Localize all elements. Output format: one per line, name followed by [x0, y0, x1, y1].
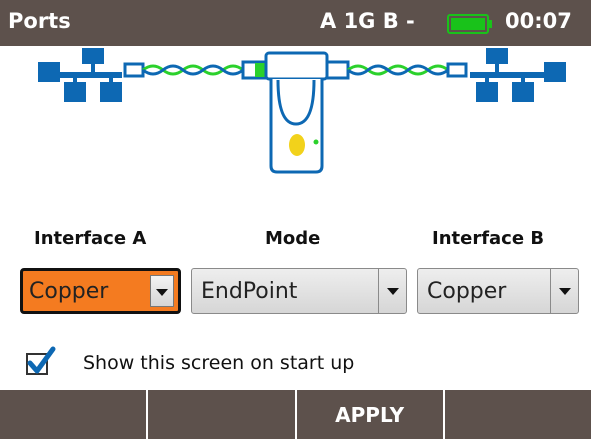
show-on-startup-checkbox[interactable]	[26, 346, 56, 375]
interface-a-value: Copper	[29, 279, 109, 304]
mode-value: EndPoint	[201, 279, 298, 304]
softkey-2[interactable]	[146, 390, 294, 439]
interface-a-label: Interface A	[34, 228, 147, 249]
checkmark-icon	[27, 346, 56, 374]
softkey-bar: APPLY	[0, 390, 591, 439]
interface-b-label: Interface B	[432, 228, 545, 249]
clock: 00:07	[505, 9, 572, 33]
title-bar: Ports A 1G B - 00:07	[0, 0, 591, 46]
app-title: Ports	[8, 9, 71, 33]
chevron-down-icon	[559, 288, 571, 295]
interface-b-value: Copper	[427, 279, 507, 304]
softkey-1[interactable]	[0, 390, 146, 439]
interface-b-dropdown[interactable]: Copper	[417, 268, 579, 314]
interface-a-dropdown-arrow[interactable]	[150, 275, 174, 307]
twisted-pair-cable-icon	[318, 60, 468, 80]
softkey-4[interactable]	[442, 390, 591, 439]
mode-label: Mode	[265, 228, 321, 249]
chevron-down-icon	[387, 288, 399, 295]
apply-button[interactable]: APPLY	[294, 390, 443, 439]
show-on-startup-label: Show this screen on start up	[83, 352, 355, 374]
interface-b-dropdown-arrow[interactable]	[550, 269, 578, 313]
interface-a-dropdown[interactable]: Copper	[20, 268, 181, 314]
mode-dropdown-arrow[interactable]	[378, 269, 406, 313]
port-diagram	[38, 48, 566, 174]
network-icon	[38, 48, 122, 102]
network-icon	[470, 48, 566, 102]
battery-full-icon	[447, 14, 492, 34]
twisted-pair-cable-icon	[123, 60, 273, 80]
link-status: A 1G B -	[320, 9, 415, 33]
mode-dropdown[interactable]: EndPoint	[191, 268, 407, 314]
tester-device-icon	[264, 51, 329, 174]
chevron-down-icon	[156, 289, 168, 296]
